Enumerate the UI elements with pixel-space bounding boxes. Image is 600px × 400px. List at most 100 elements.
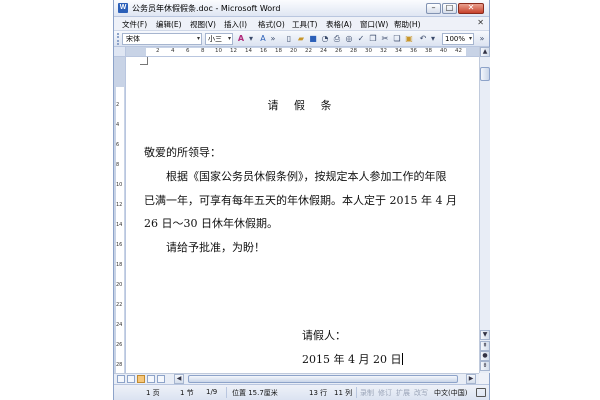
status-section: 1 节	[180, 389, 194, 397]
horizontal-scrollbar[interactable]: ◀ ▶	[114, 373, 479, 384]
ruler-label: 18	[275, 48, 282, 54]
horizontal-scroll-thumb[interactable]	[188, 375, 458, 383]
ruler-label: 12	[230, 48, 237, 54]
status-language[interactable]: 中文(中国)	[434, 388, 467, 398]
menu-insert[interactable]: 插入(I)	[224, 19, 247, 30]
ruler-label: 24	[320, 48, 327, 54]
menu-file[interactable]: 文件(F)	[122, 19, 147, 30]
toolbar-overflow-icon[interactable]: »	[477, 34, 487, 44]
outline-view-icon[interactable]	[147, 375, 155, 383]
font-name-value: 宋体	[126, 35, 140, 43]
scroll-left-arrow-icon[interactable]: ◀	[174, 374, 184, 384]
next-page-icon[interactable]: ⇟	[480, 361, 490, 371]
ruler-label: 28	[350, 48, 357, 54]
cut-icon[interactable]: ✂	[380, 34, 390, 44]
font-color-icon[interactable]: A	[236, 34, 246, 44]
ruler-label: 20	[290, 48, 297, 54]
new-document-icon[interactable]: ▯	[284, 34, 294, 44]
maximize-button[interactable]: □	[442, 3, 457, 14]
status-track-changes[interactable]: 修订	[378, 388, 392, 398]
ruler-label: 12	[116, 202, 123, 208]
font-size-select[interactable]: 小三 ▾	[205, 33, 233, 45]
character-scale-icon[interactable]: A	[258, 34, 268, 44]
horizontal-ruler[interactable]: 2 4 6 8 10 12 14 16 18 20 22 24 26 28 30…	[126, 47, 479, 57]
ruler-label: 28	[116, 362, 123, 368]
spelling-icon[interactable]: ✓	[356, 34, 366, 44]
scroll-down-arrow-icon[interactable]: ▼	[480, 330, 490, 340]
save-icon[interactable]: ■	[308, 34, 318, 44]
ruler-label: 14	[116, 222, 123, 228]
close-icon: ✕	[467, 3, 475, 12]
body-line-3: 26 日～30 日休年休假期。	[144, 217, 278, 230]
text-cursor	[402, 353, 404, 365]
tab-selector[interactable]	[114, 47, 126, 57]
permission-icon[interactable]: ◔	[320, 34, 330, 44]
status-page: 1 页	[146, 389, 160, 397]
chevron-down-icon: ▾	[196, 35, 200, 42]
paste-icon[interactable]: ▣	[404, 34, 414, 44]
menu-view[interactable]: 视图(V)	[190, 19, 216, 30]
date-text: 2015 年 4 月 20 日	[302, 353, 402, 366]
undo-icon[interactable]: ↶	[418, 34, 428, 44]
menu-format[interactable]: 格式(O)	[258, 19, 285, 30]
scroll-up-arrow-icon[interactable]: ▲	[480, 47, 490, 57]
document-close-icon[interactable]: ✕	[477, 18, 484, 27]
font-name-select[interactable]: 宋体 ▾	[122, 33, 202, 45]
salutation: 敬爱的所领导：	[144, 146, 221, 159]
vertical-ruler[interactable]: 2 4 6 8 10 12 14 16 18 20 22 24 26 28	[114, 57, 126, 373]
status-bar: 1 页 1 节 1/9 位置 15.7厘米 13 行 11 列 录制 修订 扩展…	[114, 384, 489, 400]
undo-dropdown-icon[interactable]: ▾	[428, 34, 438, 44]
chevron-down-icon: ▾	[468, 35, 472, 42]
status-page-of: 1/9	[206, 388, 218, 396]
font-size-value: 小三	[208, 35, 222, 43]
ruler-label: 16	[260, 48, 267, 54]
signature-line: 请假人：	[302, 329, 346, 342]
word-app-icon[interactable]: W	[118, 3, 128, 13]
print-icon[interactable]: ⎙	[332, 34, 342, 44]
document-page[interactable]: 请 假 条 敬爱的所领导： 根据《国家公务员休假条例》，按规定本人参加工作的年限…	[126, 57, 479, 373]
zoom-select[interactable]: 100% ▾	[442, 33, 474, 45]
word-window: W 公务员年休假假条.doc - Microsoft Word – □ ✕ 文件…	[113, 0, 490, 400]
menu-table[interactable]: 表格(A)	[326, 19, 352, 30]
toolbar-options-icon[interactable]: »	[268, 34, 278, 44]
ruler-label: 20	[116, 282, 123, 288]
formatting-toolbar: 宋体 ▾ 小三 ▾ A ▾ A » ▯ ▰ ■ ◔ ⎙ ◎ ✓ ❐ ✂ ❏ ▣ …	[114, 31, 489, 47]
copy-icon[interactable]: ❏	[392, 34, 402, 44]
ruler-label: 6	[186, 48, 190, 54]
status-record-macro[interactable]: 录制	[360, 388, 374, 398]
minimize-button[interactable]: –	[426, 3, 441, 14]
research-icon[interactable]: ❐	[368, 34, 378, 44]
window-title: 公务员年休假假条.doc - Microsoft Word	[132, 4, 281, 13]
toolbar-grip-icon[interactable]	[117, 33, 119, 45]
menu-help[interactable]: 帮助(H)	[394, 19, 421, 30]
close-button[interactable]: ✕	[458, 3, 484, 14]
menu-tools[interactable]: 工具(T)	[292, 19, 317, 30]
chevron-down-icon: ▾	[227, 35, 231, 42]
menu-window[interactable]: 窗口(W)	[360, 19, 388, 30]
body-line-1: 根据《国家公务员休假条例》，按规定本人参加工作的年限	[166, 170, 447, 183]
reading-layout-view-icon[interactable]	[157, 375, 165, 383]
menu-edit[interactable]: 编辑(E)	[156, 19, 182, 30]
open-folder-icon[interactable]: ▰	[296, 34, 306, 44]
ruler-label: 2	[156, 48, 160, 54]
normal-view-icon[interactable]	[117, 375, 125, 383]
print-preview-icon[interactable]: ◎	[344, 34, 354, 44]
vertical-scrollbar[interactable]: ▲ ▼ ⇞ ● ⇟	[479, 47, 490, 373]
browse-object-icon[interactable]: ●	[480, 351, 490, 361]
ruler-label: 26	[116, 342, 123, 348]
vertical-scroll-thumb[interactable]	[480, 67, 490, 81]
status-extend-selection[interactable]: 扩展	[396, 388, 410, 398]
ruler-label: 40	[440, 48, 447, 54]
status-overtype[interactable]: 改写	[414, 388, 428, 398]
font-color-dropdown-icon[interactable]: ▾	[246, 34, 256, 44]
ruler-label: 4	[171, 48, 175, 54]
status-separator	[226, 387, 227, 398]
previous-page-icon[interactable]: ⇞	[480, 341, 490, 351]
print-layout-view-icon[interactable]	[137, 375, 145, 383]
ruler-label: 22	[116, 302, 123, 308]
spelling-status-icon[interactable]	[476, 388, 486, 397]
scroll-right-arrow-icon[interactable]: ▶	[466, 374, 476, 384]
ruler-label: 36	[410, 48, 417, 54]
ruler-label: 10	[215, 48, 222, 54]
web-layout-view-icon[interactable]	[127, 375, 135, 383]
